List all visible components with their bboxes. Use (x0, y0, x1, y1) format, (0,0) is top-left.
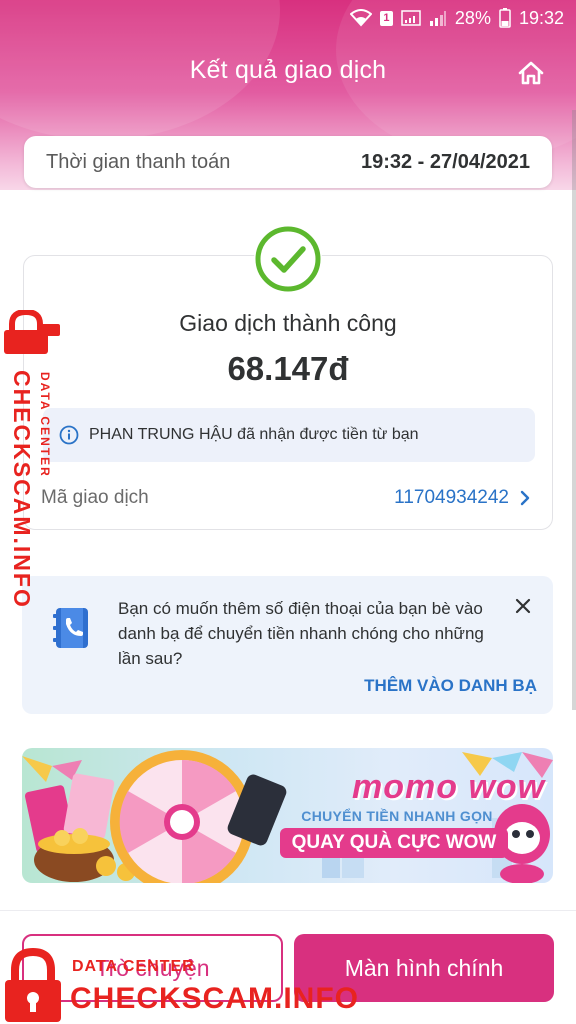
promo-banner[interactable]: momo wow CHUYỂN TIỀN NHANH GỌN QUAY QUÀ … (22, 748, 553, 883)
status-bar: 1 28% 19:32 (349, 4, 564, 32)
main-screen-button[interactable]: Màn hình chính (294, 934, 554, 1002)
recipient-info-text: PHAN TRUNG HẬU đã nhận được tiền từ bạn (89, 426, 419, 443)
contact-book-icon (53, 608, 88, 648)
transaction-status: Giao dịch thành công (179, 310, 397, 336)
success-check-icon (254, 225, 322, 293)
watermark-text: DATA CENTER (38, 372, 52, 478)
chevron-right-icon (520, 490, 530, 506)
sim-badge: 1 (379, 10, 393, 26)
watermark-side: CHECKSCAM.INFO DATA CENTER (2, 310, 62, 609)
add-contact-card: Bạn có muốn thêm số điện thoại của bạn b… (22, 576, 553, 714)
battery-icon (499, 8, 511, 28)
divider (0, 910, 576, 911)
momo-wow-logo: momo wow (352, 768, 546, 806)
page-title: Kết quả giao dịch (189, 56, 387, 84)
add-contact-message: Bạn có muốn thêm số điện thoại của bạn b… (118, 599, 484, 668)
transaction-id-link[interactable]: 11704934242 (394, 487, 531, 509)
transaction-amount: 68.147đ (227, 350, 349, 387)
chat-button[interactable]: Trò chuyện (22, 934, 283, 1002)
promo-subheadline: QUAY QUÀ CỰC WOW (280, 828, 508, 858)
scrollbar[interactable] (572, 110, 576, 710)
signal-icon (401, 9, 421, 27)
home-button[interactable] (516, 58, 546, 88)
transaction-id-value: 11704934242 (394, 487, 509, 508)
transaction-id-row: Mã giao dịch 11704934242 (41, 480, 531, 516)
add-to-contacts-button[interactable]: THÊM VÀO DANH BẠ (364, 676, 537, 696)
close-button[interactable] (511, 594, 535, 618)
payment-time-label: Thời gian thanh toán (46, 150, 231, 173)
home-icon (518, 61, 544, 85)
close-icon (515, 598, 531, 614)
payment-time-card: Thời gian thanh toán 19:32 - 27/04/2021 (24, 136, 552, 188)
clock: 19:32 (518, 7, 564, 28)
watermark-text: CHECKSCAM.INFO (9, 370, 35, 609)
battery-percent: 28% (454, 7, 491, 28)
promo-headline: CHUYỂN TIỀN NHANH GỌN (301, 808, 493, 824)
lock-icon (4, 310, 60, 354)
recipient-info-bar: PHAN TRUNG HẬU đã nhận được tiền từ bạn (43, 408, 535, 462)
payment-time-value: 19:32 - 27/04/2021 (360, 150, 530, 173)
info-icon (59, 425, 79, 445)
signal-icon (429, 9, 447, 27)
wifi-icon (349, 9, 372, 27)
